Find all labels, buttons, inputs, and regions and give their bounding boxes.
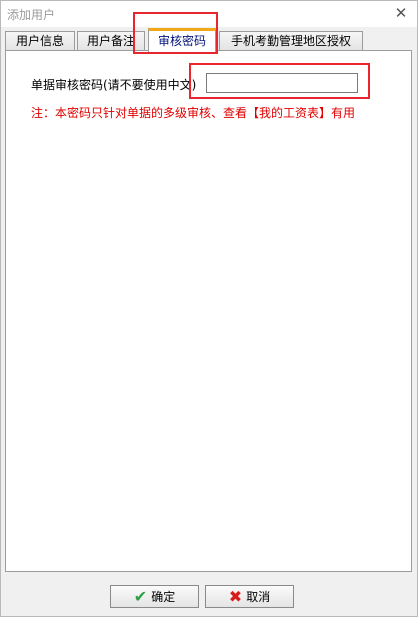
- tab-user-info[interactable]: 用户信息: [5, 31, 75, 51]
- ok-button-label: 确定: [151, 590, 176, 604]
- audit-password-panel: 单据审核密码(请不要使用中文) 注：本密码只针对单据的多级审核、查看【我的工资表…: [5, 50, 412, 572]
- ok-button[interactable]: ✔ 确定: [110, 585, 199, 608]
- x-icon: ✖: [228, 586, 243, 606]
- tab-bar: 用户信息 用户备注 审核密码 手机考勤管理地区授权: [5, 27, 413, 52]
- cancel-button-label: 取消: [246, 590, 271, 604]
- tab-user-notes[interactable]: 用户备注: [77, 31, 145, 51]
- audit-password-input[interactable]: [206, 73, 358, 93]
- add-user-dialog: 添加用户 ✕ 用户信息 用户备注 审核密码 手机考勤管理地区授权 单据审核密码(…: [0, 0, 418, 617]
- password-note: 注：本密码只针对单据的多级审核、查看【我的工资表】有用: [31, 106, 356, 120]
- button-bar: ✔ 确定 ✖ 取消: [1, 573, 417, 616]
- password-label: 单据审核密码(请不要使用中文): [31, 78, 197, 92]
- check-icon: ✔: [133, 586, 148, 606]
- cancel-button[interactable]: ✖ 取消: [205, 585, 294, 608]
- tab-mobile-attendance-region[interactable]: 手机考勤管理地区授权: [219, 31, 363, 51]
- tab-audit-password[interactable]: 审核密码: [148, 28, 216, 52]
- window-title: 添加用户: [7, 8, 56, 22]
- close-icon[interactable]: ✕: [391, 3, 411, 23]
- title-bar: 添加用户 ✕: [1, 1, 417, 27]
